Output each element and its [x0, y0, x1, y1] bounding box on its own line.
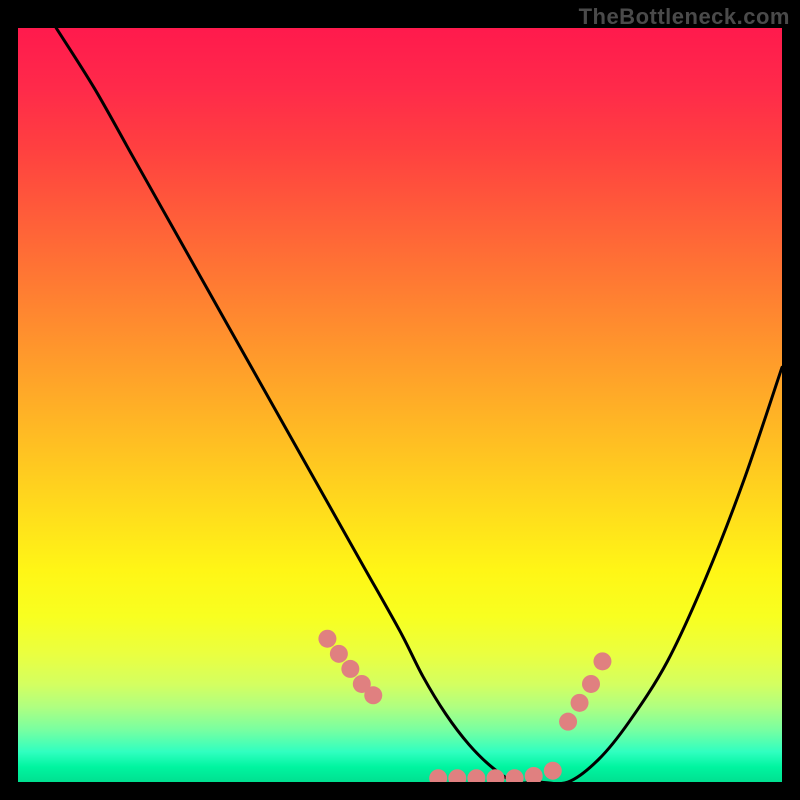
highlight-dot: [582, 675, 600, 693]
highlight-dot: [593, 652, 611, 670]
highlight-dot: [341, 660, 359, 678]
highlight-dot: [364, 686, 382, 704]
highlight-dot: [330, 645, 348, 663]
highlight-dot: [525, 767, 543, 782]
highlight-dot: [559, 713, 577, 731]
highlight-dot: [318, 630, 336, 648]
highlight-dot: [487, 769, 505, 782]
plot-area: [18, 28, 782, 782]
highlight-dot: [467, 769, 485, 782]
highlight-dot: [506, 769, 524, 782]
highlight-dots: [318, 630, 611, 782]
highlight-dot: [544, 762, 562, 780]
bottleneck-curve: [56, 28, 782, 782]
chart-frame: TheBottleneck.com: [0, 0, 800, 800]
highlight-dot: [448, 769, 466, 782]
chart-svg: [18, 28, 782, 782]
highlight-dot: [429, 769, 447, 782]
watermark-text: TheBottleneck.com: [579, 4, 790, 30]
highlight-dot: [571, 694, 589, 712]
